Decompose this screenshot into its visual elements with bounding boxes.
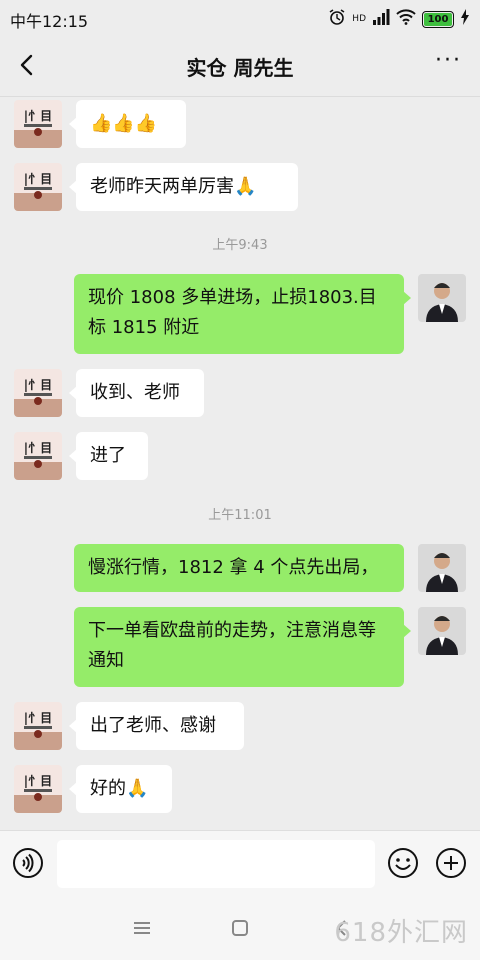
message-input[interactable] bbox=[57, 840, 375, 888]
add-attachment-icon[interactable] bbox=[435, 847, 467, 879]
status-bar: 中午12:15 HD 100 bbox=[0, 0, 480, 36]
message-bubble-incoming[interactable]: 👍👍👍 bbox=[69, 100, 186, 148]
voice-input-icon[interactable] bbox=[12, 847, 44, 879]
user-avatar[interactable] bbox=[418, 607, 466, 655]
battery-icon: 100 bbox=[422, 10, 454, 28]
svg-text:|忄目: |忄目 bbox=[24, 172, 52, 186]
svg-text:|忄目: |忄目 bbox=[24, 378, 52, 392]
home-icon[interactable] bbox=[226, 914, 254, 942]
battery-level: 100 bbox=[424, 12, 452, 26]
svg-text:|忄目: |忄目 bbox=[24, 711, 52, 725]
contact-avatar[interactable]: |忄目 bbox=[14, 432, 62, 480]
user-avatar[interactable] bbox=[418, 544, 466, 592]
input-bar bbox=[0, 830, 480, 897]
chat-header: 实仓 周先生 ··· bbox=[0, 36, 480, 97]
charging-icon bbox=[460, 9, 470, 29]
message-bubble-incoming[interactable]: 收到、老师 bbox=[69, 369, 204, 417]
chat-title: 实仓 周先生 bbox=[186, 56, 294, 80]
more-options-icon[interactable]: ··· bbox=[435, 48, 462, 73]
svg-text:|忄目: |忄目 bbox=[24, 774, 52, 788]
message-timestamp: 上午11:01 bbox=[208, 508, 272, 523]
wifi-icon bbox=[396, 9, 416, 29]
message-bubble-incoming[interactable]: 出了老师、感谢 bbox=[69, 702, 244, 750]
signal-icon bbox=[372, 9, 390, 29]
hd-label: HD bbox=[352, 14, 366, 24]
svg-text:|忄目: |忄目 bbox=[24, 441, 52, 455]
message-list[interactable]: |忄目 👍👍👍 |忄目 老师昨天两单厉害🙏 上午9:43 现价 1808 多单进… bbox=[0, 96, 480, 830]
menu-icon[interactable] bbox=[128, 914, 156, 942]
status-icons: HD 100 bbox=[328, 8, 470, 30]
user-avatar[interactable] bbox=[418, 274, 466, 322]
contact-avatar[interactable]: |忄目 bbox=[14, 765, 62, 813]
message-bubble-outgoing[interactable]: 现价 1808 多单进场，止损1803.目标 1815 附近 bbox=[74, 274, 411, 354]
status-time: 中午12:15 bbox=[10, 12, 89, 31]
emoji-icon[interactable] bbox=[387, 847, 419, 879]
contact-avatar[interactable]: |忄目 bbox=[14, 369, 62, 417]
message-bubble-incoming[interactable]: 进了 bbox=[69, 432, 148, 480]
message-bubble-incoming[interactable]: 老师昨天两单厉害🙏 bbox=[69, 163, 298, 211]
alarm-icon bbox=[328, 8, 346, 30]
contact-avatar[interactable]: |忄目 bbox=[14, 163, 62, 211]
message-timestamp: 上午9:43 bbox=[212, 238, 268, 253]
message-bubble-incoming[interactable]: 好的🙏 bbox=[69, 765, 172, 813]
watermark: 618外汇网 bbox=[334, 918, 468, 948]
message-bubble-outgoing[interactable]: 慢涨行情，1812 拿 4 个点先出局， bbox=[74, 544, 404, 592]
message-bubble-outgoing[interactable]: 下一单看欧盘前的走势，注意消息等通知 bbox=[74, 607, 411, 687]
contact-avatar[interactable]: |忄目 bbox=[14, 100, 62, 148]
contact-avatar[interactable]: |忄目 bbox=[14, 702, 62, 750]
svg-text:|忄目: |忄目 bbox=[24, 109, 52, 123]
